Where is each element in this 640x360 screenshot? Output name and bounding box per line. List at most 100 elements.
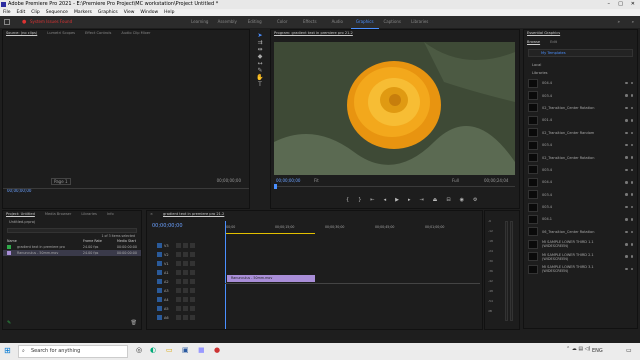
sync-icon[interactable] — [183, 252, 188, 257]
template-item[interactable]: MI SAMPLE LOWER THIRD 3.1 (WIDESCREEN) — [524, 263, 637, 275]
razor-icon[interactable]: ◆ — [253, 53, 267, 60]
tab-captions[interactable]: Captions — [379, 16, 407, 29]
sync-icon[interactable] — [183, 279, 188, 284]
eye-icon[interactable] — [190, 252, 195, 257]
local-checkbox[interactable]: Local — [524, 61, 637, 69]
template-item[interactable]: 02_Transition_Center Rotation — [524, 151, 637, 163]
template-item[interactable]: 06_Transition_Center Rotation — [524, 226, 637, 238]
close-icon[interactable]: ✕ — [631, 0, 635, 9]
template-actions[interactable] — [625, 193, 633, 196]
eye-icon[interactable] — [190, 279, 195, 284]
track-header[interactable]: V2 — [147, 250, 223, 259]
eye-icon[interactable] — [190, 243, 195, 248]
eye-icon[interactable] — [190, 261, 195, 266]
tab-color[interactable]: Color — [269, 16, 297, 29]
track-header[interactable]: A6 — [147, 313, 223, 322]
extract-icon[interactable]: ⊟ — [446, 197, 450, 203]
settings-icon[interactable]: ⚙ — [473, 197, 477, 203]
app-icon[interactable]: ● — [214, 346, 220, 354]
minimize-icon[interactable]: – — [608, 0, 611, 9]
template-actions[interactable] — [625, 243, 634, 246]
lock-icon[interactable] — [176, 288, 181, 293]
template-actions[interactable] — [625, 255, 634, 258]
close-tab-icon[interactable]: × — [150, 211, 153, 217]
tab-media-browser[interactable]: Media Browser — [45, 211, 72, 217]
program-scrub-bar[interactable] — [274, 186, 515, 187]
edge-icon[interactable]: ◐ — [150, 346, 156, 354]
template-actions[interactable] — [625, 81, 633, 85]
hand-tool-icon[interactable]: ✋ — [253, 74, 267, 81]
template-item[interactable]: 003.4 — [524, 139, 637, 151]
eye-icon[interactable] — [190, 297, 195, 302]
step-back-icon[interactable]: ◂ — [384, 197, 387, 203]
tab-source[interactable]: Source: (no clips) — [6, 30, 37, 36]
store-icon[interactable]: ▣ — [182, 346, 189, 354]
source-scrub-bar[interactable] — [3, 188, 249, 189]
template-actions[interactable] — [625, 168, 633, 172]
template-item[interactable]: 003.4 — [524, 201, 637, 213]
track-header[interactable]: A1 — [147, 268, 223, 277]
track-select-icon[interactable]: ⇉ — [253, 39, 267, 46]
header-frame-rate[interactable]: Frame Rate — [83, 239, 117, 243]
taskbar-search-input[interactable]: ⌕ Search for anything — [18, 345, 128, 358]
search-icon[interactable]: ⌕ — [632, 16, 634, 28]
template-item[interactable]: 003.4 — [524, 164, 637, 176]
trash-icon[interactable]: 🗑 — [131, 320, 137, 326]
system-issues-link[interactable]: System Issues Found — [30, 16, 72, 28]
ripple-edit-icon[interactable]: ⇹ — [253, 46, 267, 53]
tab-info[interactable]: Info — [107, 211, 114, 217]
tray-icons[interactable]: ⌃ ☁ ▤ ◁) — [566, 346, 590, 352]
source-patch[interactable] — [157, 270, 162, 275]
source-patch[interactable] — [157, 306, 162, 311]
template-actions[interactable] — [625, 230, 633, 234]
eye-icon[interactable] — [190, 306, 195, 311]
source-timecode-left[interactable]: 00;00;00;00 — [7, 177, 31, 196]
fit-select[interactable]: Fit — [314, 178, 319, 183]
file-explorer-icon[interactable]: ▭ — [166, 346, 173, 354]
source-patch[interactable] — [157, 315, 162, 320]
workspace-menu-icon[interactable]: » — [618, 16, 620, 28]
lock-icon[interactable] — [176, 315, 181, 320]
sync-icon[interactable] — [183, 261, 188, 266]
tab-libraries[interactable]: Libraries — [406, 16, 434, 29]
lock-icon[interactable] — [176, 306, 181, 311]
tab-browse[interactable]: Browse — [527, 39, 540, 45]
template-item[interactable]: 004.1 — [524, 213, 637, 225]
track-header[interactable]: V1 — [147, 259, 223, 268]
playhead-icon[interactable] — [274, 184, 277, 189]
work-area-bar[interactable] — [225, 233, 315, 234]
maximize-icon[interactable]: □ — [618, 0, 623, 9]
track-header[interactable]: A3 — [147, 286, 223, 295]
lock-icon[interactable] — [176, 270, 181, 275]
tab-editing[interactable]: Editing — [241, 16, 269, 29]
eye-icon[interactable] — [190, 315, 195, 320]
tab-learning[interactable]: Learning — [186, 16, 214, 29]
type-tool-icon[interactable]: T — [253, 81, 267, 88]
template-item[interactable]: 02_Transition_Center Rotation — [524, 102, 637, 114]
slip-tool-icon[interactable]: ↔ — [253, 60, 267, 67]
menu-window[interactable]: Window — [140, 9, 158, 16]
timeline-sequence-tab[interactable]: gradient text in premiere pro 21.2 — [163, 211, 224, 217]
template-item[interactable]: 003.4 — [524, 189, 637, 201]
sync-icon[interactable] — [183, 306, 188, 311]
tab-edit[interactable]: Edit — [550, 39, 557, 45]
program-timecode[interactable]: 00;00;00;00 — [276, 178, 300, 183]
source-patch[interactable] — [157, 288, 162, 293]
essential-graphics-title[interactable]: Essential Graphics — [527, 30, 560, 36]
my-templates-tab[interactable]: My Templates — [528, 49, 633, 57]
time-ruler[interactable]: :00;00 00;00;15;00 00;00;30;00 00;00;45;00 0… — [225, 225, 480, 233]
menu-graphics[interactable]: Graphics — [98, 9, 118, 16]
source-patch[interactable] — [157, 279, 162, 284]
tab-audio[interactable]: Audio — [324, 16, 352, 29]
task-view-icon[interactable]: ◎ — [136, 346, 142, 354]
source-patch[interactable] — [157, 252, 162, 257]
track-header[interactable]: A4 — [147, 295, 223, 304]
lock-icon[interactable] — [176, 297, 181, 302]
quality-select[interactable]: Full — [452, 178, 459, 183]
template-item[interactable]: MI SAMPLE LOWER THIRD 1.1 (WIDESCREEN) — [524, 238, 637, 250]
sync-icon[interactable] — [183, 243, 188, 248]
template-item[interactable]: 003.4 — [524, 89, 637, 101]
template-actions[interactable] — [625, 94, 633, 97]
lock-icon[interactable] — [176, 252, 181, 257]
tab-effects[interactable]: Effects — [296, 16, 324, 29]
